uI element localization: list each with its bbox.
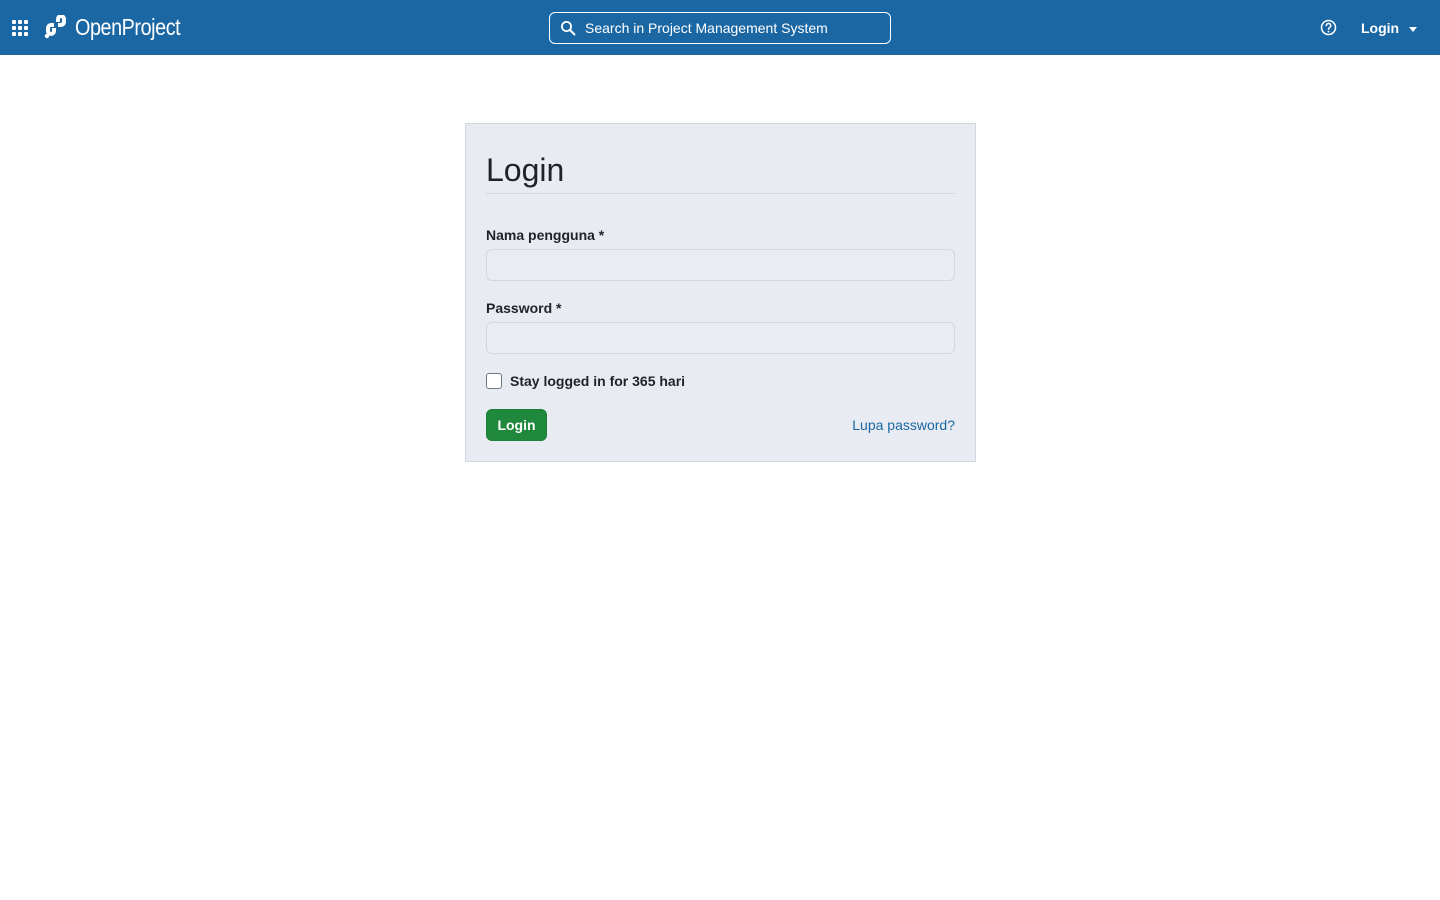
username-label: Nama pengguna * [486, 227, 605, 243]
caret-down-icon [1409, 26, 1418, 32]
password-input[interactable] [486, 322, 955, 354]
modules-grid-icon[interactable] [12, 20, 28, 36]
login-menu-label: Login [1361, 20, 1400, 36]
search-input[interactable] [550, 13, 890, 43]
login-panel: Login Nama pengguna * Password * Stay lo… [465, 123, 976, 462]
remember-checkbox[interactable] [486, 373, 502, 389]
username-input[interactable] [486, 249, 955, 281]
title-divider [486, 193, 955, 194]
app-logo[interactable]: OpenProject [43, 12, 197, 42]
page-title: Login [486, 152, 565, 188]
openproject-logo-icon [44, 15, 66, 39]
top-header: OpenProject Login [0, 0, 1440, 55]
password-label: Password * [486, 300, 562, 316]
remember-me[interactable]: Stay logged in for 365 hari [486, 372, 685, 390]
login-menu-button[interactable]: Login [1361, 18, 1418, 38]
login-submit-button[interactable]: Login [486, 409, 547, 441]
global-search[interactable] [549, 12, 891, 44]
app-name: OpenProject [75, 13, 181, 40]
remember-label: Stay logged in for 365 hari [510, 373, 686, 389]
help-icon[interactable] [1320, 19, 1337, 36]
lost-password-link[interactable]: Lupa password? [852, 417, 955, 433]
